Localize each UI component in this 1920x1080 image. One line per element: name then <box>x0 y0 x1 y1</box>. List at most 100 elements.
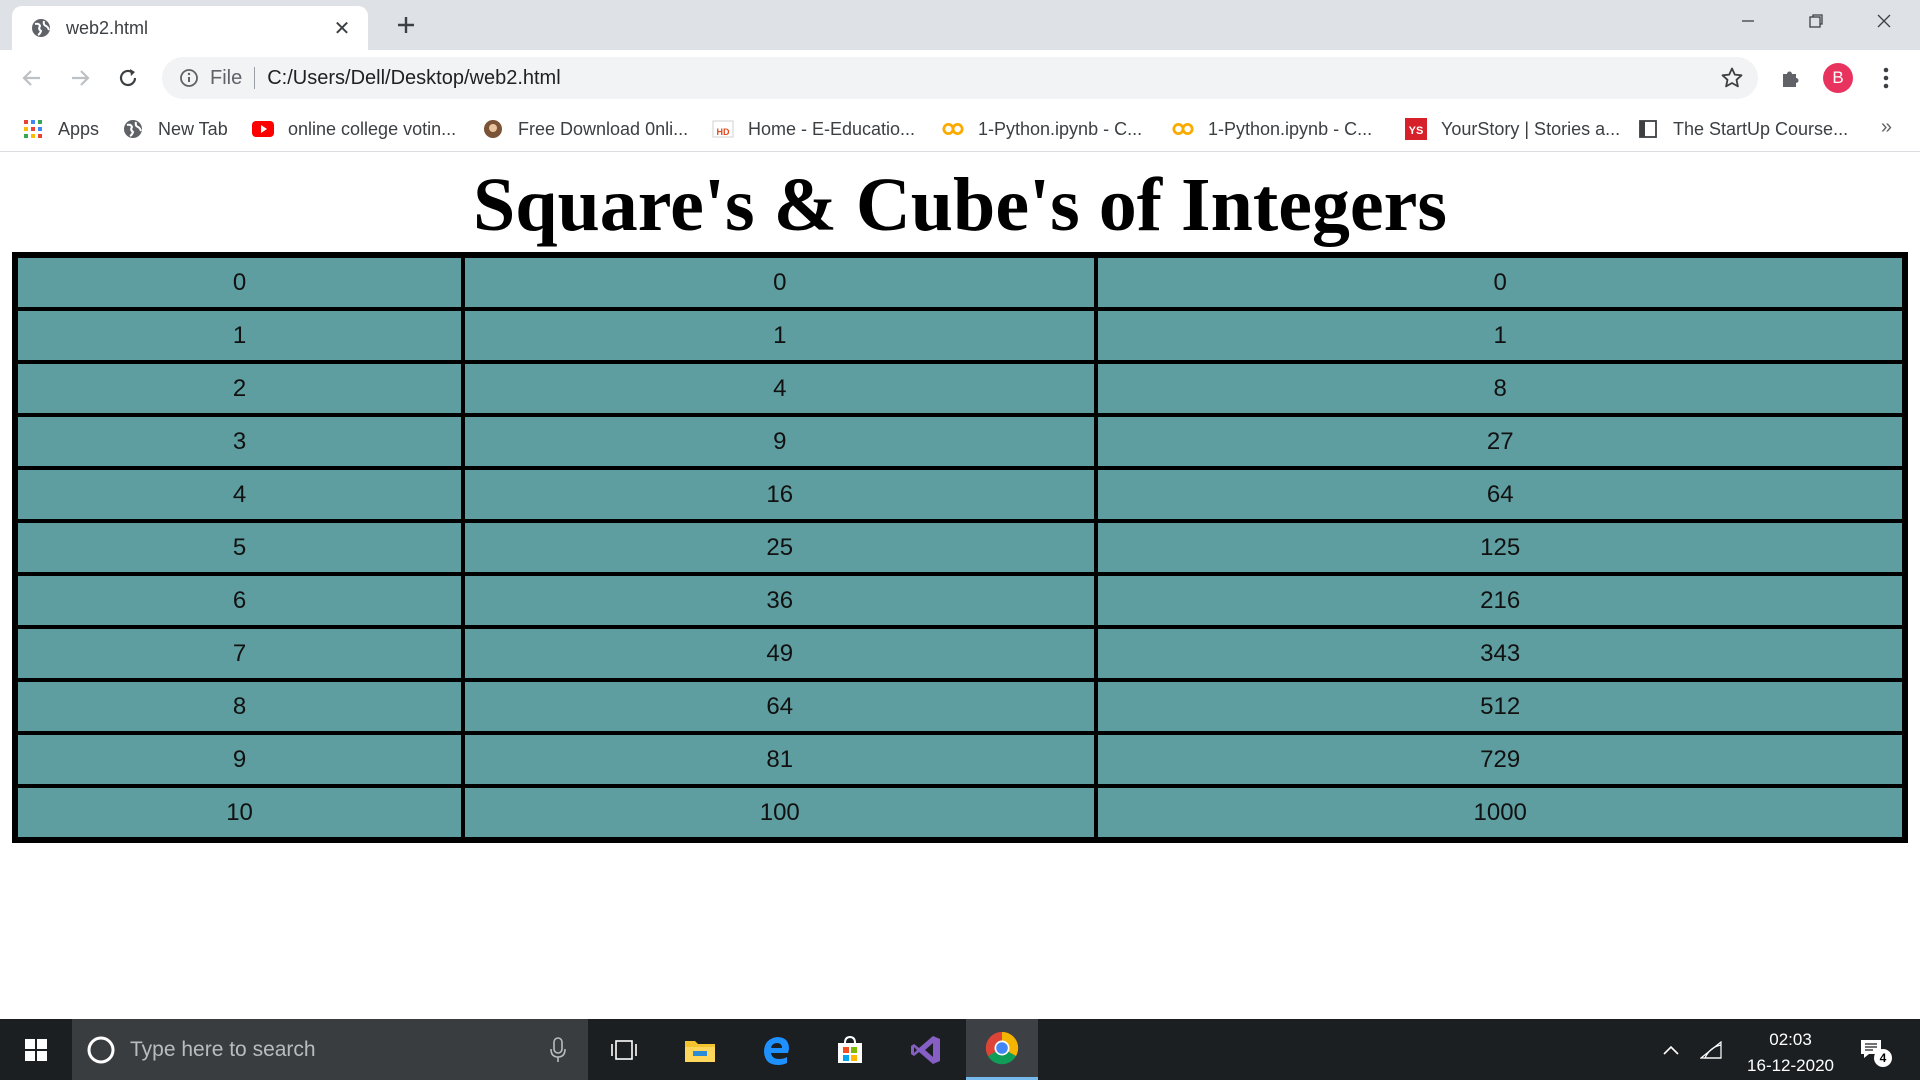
close-tab-icon[interactable]: ✕ <box>330 16 354 40</box>
microphone-icon <box>550 1037 566 1062</box>
bookmark-new-tab[interactable]: New Tab <box>122 114 228 144</box>
table-row: 10 100 1000 <box>16 786 1904 839</box>
integer-cell: 5 <box>16 521 464 574</box>
folder-icon <box>685 1040 715 1062</box>
cube-cell: 125 <box>1096 521 1904 574</box>
table-row: 248 <box>16 362 1904 415</box>
bookmark-free-download[interactable]: Free Download 0nli... <box>482 114 688 144</box>
yourstory-icon: YS <box>1405 118 1427 140</box>
address-bar[interactable]: File C:/Users/Dell/Desktop/web2.html <box>162 57 1758 99</box>
tab-title: web2.html <box>66 17 149 38</box>
browser-tab[interactable]: web2.html ✕ <box>12 6 368 50</box>
file-explorer-button[interactable] <box>672 1019 728 1080</box>
table-row: 8 64 512 <box>16 680 1904 733</box>
bookmark-startup-course[interactable]: The StartUp Course... <box>1637 114 1848 144</box>
task-view-button[interactable] <box>596 1019 652 1080</box>
apps-grid-icon <box>22 118 44 140</box>
cube-cell: 64 <box>1096 468 1904 521</box>
integer-cell: 3 <box>16 415 464 468</box>
square-cell: 1 <box>463 309 1097 362</box>
colab-icon <box>1172 118 1194 140</box>
integer-cell: 6 <box>16 574 464 627</box>
integer-cell: 1 <box>16 309 464 362</box>
menu-kebab-icon[interactable] <box>1871 63 1901 93</box>
cube-cell: 729 <box>1096 733 1904 786</box>
tab-strip: web2.html ✕ <box>0 0 1920 50</box>
windows-taskbar: Type here to search 02:03 16-12-2020 4 <box>0 1019 1920 1080</box>
square-cell: 49 <box>463 627 1097 680</box>
bookmark-python-colab-1[interactable]: 1-Python.ipynb - C... <box>942 114 1142 144</box>
extensions-puzzle-icon[interactable] <box>1776 63 1806 93</box>
chrome-logo-icon <box>985 1031 1019 1065</box>
integer-cell: 8 <box>16 680 464 733</box>
microsoft-store-button[interactable] <box>822 1019 878 1080</box>
square-cell: 16 <box>463 468 1097 521</box>
cube-cell: 0 <box>1096 256 1904 309</box>
integer-cell: 9 <box>16 733 464 786</box>
squares-cubes-table: 0 0 0 1 1 1 2 4 8 3 9 27 4 16 64 5 25 125 6 36 216 7 49 343 8 64 5… <box>12 252 1908 843</box>
minimize-button[interactable] <box>1714 0 1782 42</box>
info-icon[interactable] <box>178 67 200 89</box>
square-cell: 4 <box>463 362 1097 415</box>
globe-icon <box>122 118 144 140</box>
taskbar-search-box[interactable]: Type here to search <box>72 1019 588 1080</box>
edge-logo-icon <box>764 1036 789 1065</box>
bookmark-home-e-education[interactable]: HD Home - E-Educatio... <box>712 114 915 144</box>
bookmark-online-college-voting[interactable]: online college votin... <box>252 114 456 144</box>
visual-studio-icon <box>911 1035 940 1064</box>
close-window-button[interactable] <box>1850 0 1918 42</box>
table-row: 4 16 64 <box>16 468 1904 521</box>
cube-cell: 343 <box>1096 627 1904 680</box>
svg-text:HD: HD <box>717 127 730 137</box>
bookmark-python-colab-2[interactable]: 1-Python.ipynb - C... <box>1172 114 1372 144</box>
notification-count-badge: 4 <box>1874 1049 1892 1067</box>
cube-cell: 512 <box>1096 680 1904 733</box>
integer-cell: 0 <box>16 256 464 309</box>
page-content: Square's & Cube's of Integers 0001112483… <box>0 152 1920 1019</box>
bookmark-yourstory[interactable]: YS YourStory | Stories a... <box>1405 114 1620 144</box>
square-cell: 0 <box>463 256 1097 309</box>
show-hidden-icons-chevron-icon[interactable] <box>1654 1019 1688 1080</box>
cube-cell: 27 <box>1096 415 1904 468</box>
svg-text:YS: YS <box>1409 125 1424 137</box>
back-button[interactable] <box>14 60 50 96</box>
integer-cell: 2 <box>16 362 464 415</box>
cortana-circle-icon <box>87 1036 115 1063</box>
bookmarks-overflow-chevron-icon[interactable]: » <box>1881 116 1892 139</box>
integer-cell: 7 <box>16 627 464 680</box>
integer-cell: 4 <box>16 468 464 521</box>
bookmarks-bar: Apps New Tab online college votin... Fre… <box>0 106 1920 152</box>
url-divider <box>254 67 256 89</box>
action-center-button[interactable]: 4 <box>1852 1019 1892 1080</box>
edge-browser-button[interactable] <box>748 1019 804 1080</box>
table-row: 9 81 729 <box>16 733 1904 786</box>
cube-cell: 216 <box>1096 574 1904 627</box>
store-bag-icon <box>838 1035 862 1063</box>
restore-button[interactable] <box>1782 0 1850 42</box>
hd-favicon-icon: HD <box>712 118 734 140</box>
table-row: 5 25 125 <box>16 521 1904 574</box>
square-cell: 81 <box>463 733 1097 786</box>
cube-cell: 8 <box>1096 362 1904 415</box>
search-placeholder: Type here to search <box>130 1037 316 1061</box>
wifi-icon[interactable] <box>1694 1019 1728 1080</box>
bookmark-apps[interactable]: Apps <box>22 114 99 144</box>
page-icon <box>1637 118 1659 140</box>
start-button[interactable] <box>0 1019 72 1080</box>
cube-cell: 1000 <box>1096 786 1904 839</box>
colab-icon <box>942 118 964 140</box>
youtube-icon <box>252 118 274 140</box>
system-clock[interactable]: 02:03 16-12-2020 <box>1747 1027 1834 1079</box>
new-tab-button[interactable] <box>392 11 420 39</box>
profile-avatar[interactable]: B <box>1823 63 1853 93</box>
forward-button[interactable] <box>62 60 98 96</box>
table-row: 6 36 216 <box>16 574 1904 627</box>
url-text[interactable]: C:/Users/Dell/Desktop/web2.html <box>267 67 560 90</box>
bookmark-star-icon[interactable] <box>1720 66 1744 90</box>
reload-button[interactable] <box>110 60 146 96</box>
globe-icon <box>30 17 52 39</box>
square-cell: 25 <box>463 521 1097 574</box>
chrome-taskbar-button[interactable] <box>966 1019 1038 1080</box>
visual-studio-button[interactable] <box>898 1019 954 1080</box>
browser-toolbar: File C:/Users/Dell/Desktop/web2.html B <box>0 50 1920 106</box>
